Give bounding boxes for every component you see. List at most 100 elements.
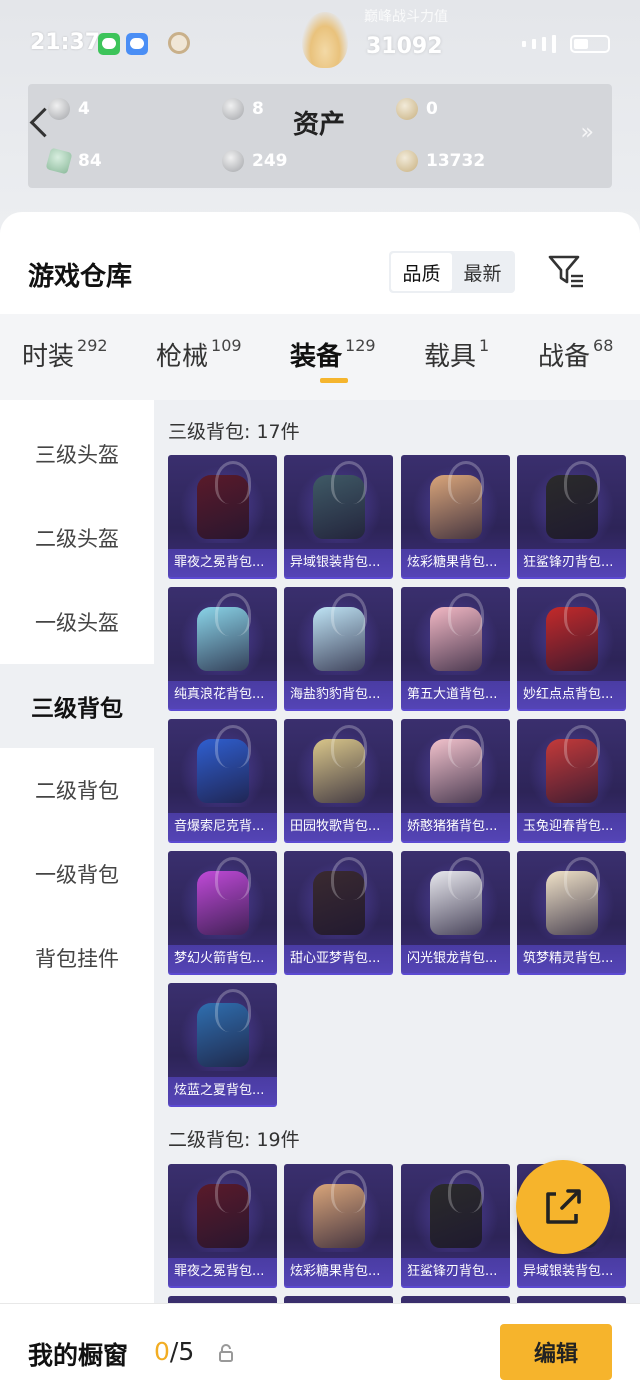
item-card[interactable]: 梦幻火箭背包... xyxy=(168,851,277,973)
item-card[interactable]: 纯真浪花背包... xyxy=(168,587,277,709)
showcase-count: 0/5 xyxy=(154,1337,194,1366)
sidebar-item-level1-backpack[interactable]: 一级背包 xyxy=(0,832,154,916)
sidebar-item-level3-backpack[interactable]: 三级背包 xyxy=(0,664,154,748)
item-card[interactable]: 异域银装背包... xyxy=(284,455,393,577)
item-name: 海盐豹豹背包... xyxy=(284,681,393,709)
item-name: 纯真浪花背包... xyxy=(168,681,277,709)
silver-coin-icon xyxy=(222,150,244,172)
item-card[interactable]: 狂鲨锋刃背包... xyxy=(401,1164,510,1286)
backpack-icon xyxy=(429,593,484,671)
item-card[interactable]: 第五大道背包... xyxy=(401,587,510,709)
item-card[interactable]: 筑梦精灵背包... xyxy=(517,851,626,973)
backpack-icon xyxy=(545,725,600,803)
item-card[interactable]: 音爆索尼克背... xyxy=(168,719,277,841)
flame-icon xyxy=(302,12,348,68)
category-tabs: 时装 292 枪械 109 装备 129 载具 1 战备 68 xyxy=(0,314,640,400)
asset-value: 4 xyxy=(78,99,90,119)
item-card[interactable]: 玉兔迎春背包... xyxy=(517,719,626,841)
gold-coin-icon xyxy=(396,150,418,172)
item-name: 炫蓝之夏背包... xyxy=(168,1077,277,1105)
item-name: 罪夜之冕背包... xyxy=(168,549,277,577)
item-name: 音爆索尼克背... xyxy=(168,813,277,841)
back-button[interactable] xyxy=(24,104,54,138)
item-card[interactable]: 娇憨猪猪背包... xyxy=(401,719,510,841)
sort-quality-option[interactable]: 品质 xyxy=(391,253,452,291)
backpack-icon xyxy=(196,593,251,671)
tab-count: 292 xyxy=(77,336,108,356)
tab-label: 装备 xyxy=(290,342,343,372)
item-name: 第五大道背包... xyxy=(401,681,510,709)
tab-count: 68 xyxy=(593,336,614,356)
item-card[interactable]: 炫彩糖果背包... xyxy=(401,455,510,577)
backpack-icon xyxy=(545,857,600,935)
top-header: 21:37 巅峰战斗力值 31092 4 8 0 84 249 13732 资产… xyxy=(0,0,640,230)
crystal-icon xyxy=(45,147,73,175)
asset-panel[interactable]: 4 8 0 84 249 13732 资产 » xyxy=(28,84,612,188)
asset-value: 8 xyxy=(252,99,264,119)
item-name: 炫彩糖果背包... xyxy=(401,549,510,577)
edit-button[interactable]: 编辑 xyxy=(500,1324,612,1380)
backpack-icon xyxy=(429,461,484,539)
item-name: 甜心亚梦背包... xyxy=(284,945,393,973)
power-score: 31092 xyxy=(366,34,443,59)
item-card[interactable]: 海盐豹豹背包... xyxy=(284,587,393,709)
sidebar-item-level1-helmet[interactable]: 一级头盔 xyxy=(0,580,154,664)
asset-silver: 249 xyxy=(222,150,288,172)
item-name: 妙红点点背包... xyxy=(517,681,626,709)
item-card[interactable]: 闪光银龙背包... xyxy=(401,851,510,973)
item-card[interactable]: 妙红点点背包... xyxy=(517,587,626,709)
item-name: 狂鲨锋刃背包... xyxy=(517,549,626,577)
asset-value: 249 xyxy=(252,151,288,171)
backpack-icon xyxy=(196,857,251,935)
tab-label: 枪械 xyxy=(156,342,209,372)
power-label: 巅峰战斗力值 xyxy=(364,9,448,25)
lock-icon xyxy=(219,1344,233,1362)
tab-firearms[interactable]: 枪械 109 xyxy=(156,336,242,373)
page-title: 资产 xyxy=(293,110,346,140)
tab-count: 129 xyxy=(345,336,376,356)
sidebar-item-level2-helmet[interactable]: 二级头盔 xyxy=(0,496,154,580)
tab-combat-gear[interactable]: 战备 68 xyxy=(538,336,613,373)
sort-toggle[interactable]: 品质 最新 xyxy=(389,251,515,293)
subcategory-sidebar: 三级头盔 二级头盔 一级头盔 三级背包 二级背包 一级背包 背包挂件 xyxy=(0,400,154,1400)
item-card[interactable]: 炫彩糖果背包... xyxy=(284,1164,393,1286)
sort-newest-option[interactable]: 最新 xyxy=(452,253,513,291)
asset-coin: 8 xyxy=(222,98,264,120)
item-card[interactable]: 罪夜之冕背包... xyxy=(168,1164,277,1286)
asset-token: 0 xyxy=(396,98,438,120)
item-name: 罪夜之冕背包... xyxy=(168,1258,277,1286)
battery-icon xyxy=(570,35,610,53)
chevron-right-icon[interactable]: » xyxy=(581,120,594,145)
item-name: 玉兔迎春背包... xyxy=(517,813,626,841)
item-name: 梦幻火箭背包... xyxy=(168,945,277,973)
asset-value: 84 xyxy=(78,151,102,171)
item-card[interactable]: 甜心亚梦背包... xyxy=(284,851,393,973)
tab-label: 时装 xyxy=(22,342,75,372)
message-icon xyxy=(126,33,148,55)
tab-label: 载具 xyxy=(424,342,477,372)
tab-fashion[interactable]: 时装 292 xyxy=(22,336,108,373)
backpack-icon xyxy=(312,461,367,539)
backpack-icon xyxy=(429,725,484,803)
status-time: 21:37 xyxy=(30,30,101,55)
item-card[interactable]: 罪夜之冕背包... xyxy=(168,455,277,577)
share-button[interactable] xyxy=(516,1160,610,1254)
tab-vehicles[interactable]: 载具 1 xyxy=(424,336,489,373)
asset-crystal: 84 xyxy=(45,147,102,175)
filter-icon[interactable] xyxy=(546,252,586,290)
system-icons xyxy=(522,34,610,54)
backpack-icon xyxy=(196,725,251,803)
item-card[interactable]: 炫蓝之夏背包... xyxy=(168,983,277,1105)
tab-equipment[interactable]: 装备 129 xyxy=(290,336,376,373)
signal-icon xyxy=(522,41,526,47)
showcase-current: 0 xyxy=(154,1337,170,1366)
sidebar-item-level3-helmet[interactable]: 三级头盔 xyxy=(0,412,154,496)
backpack-icon xyxy=(545,461,600,539)
warehouse-title: 游戏仓库 xyxy=(28,262,133,292)
sidebar-item-level2-backpack[interactable]: 二级背包 xyxy=(0,748,154,832)
asset-value: 0 xyxy=(426,99,438,119)
item-card[interactable]: 狂鲨锋刃背包... xyxy=(517,455,626,577)
sidebar-item-backpack-pendant[interactable]: 背包挂件 xyxy=(0,916,154,1000)
asset-gold: 13732 xyxy=(396,150,485,172)
item-card[interactable]: 田园牧歌背包... xyxy=(284,719,393,841)
